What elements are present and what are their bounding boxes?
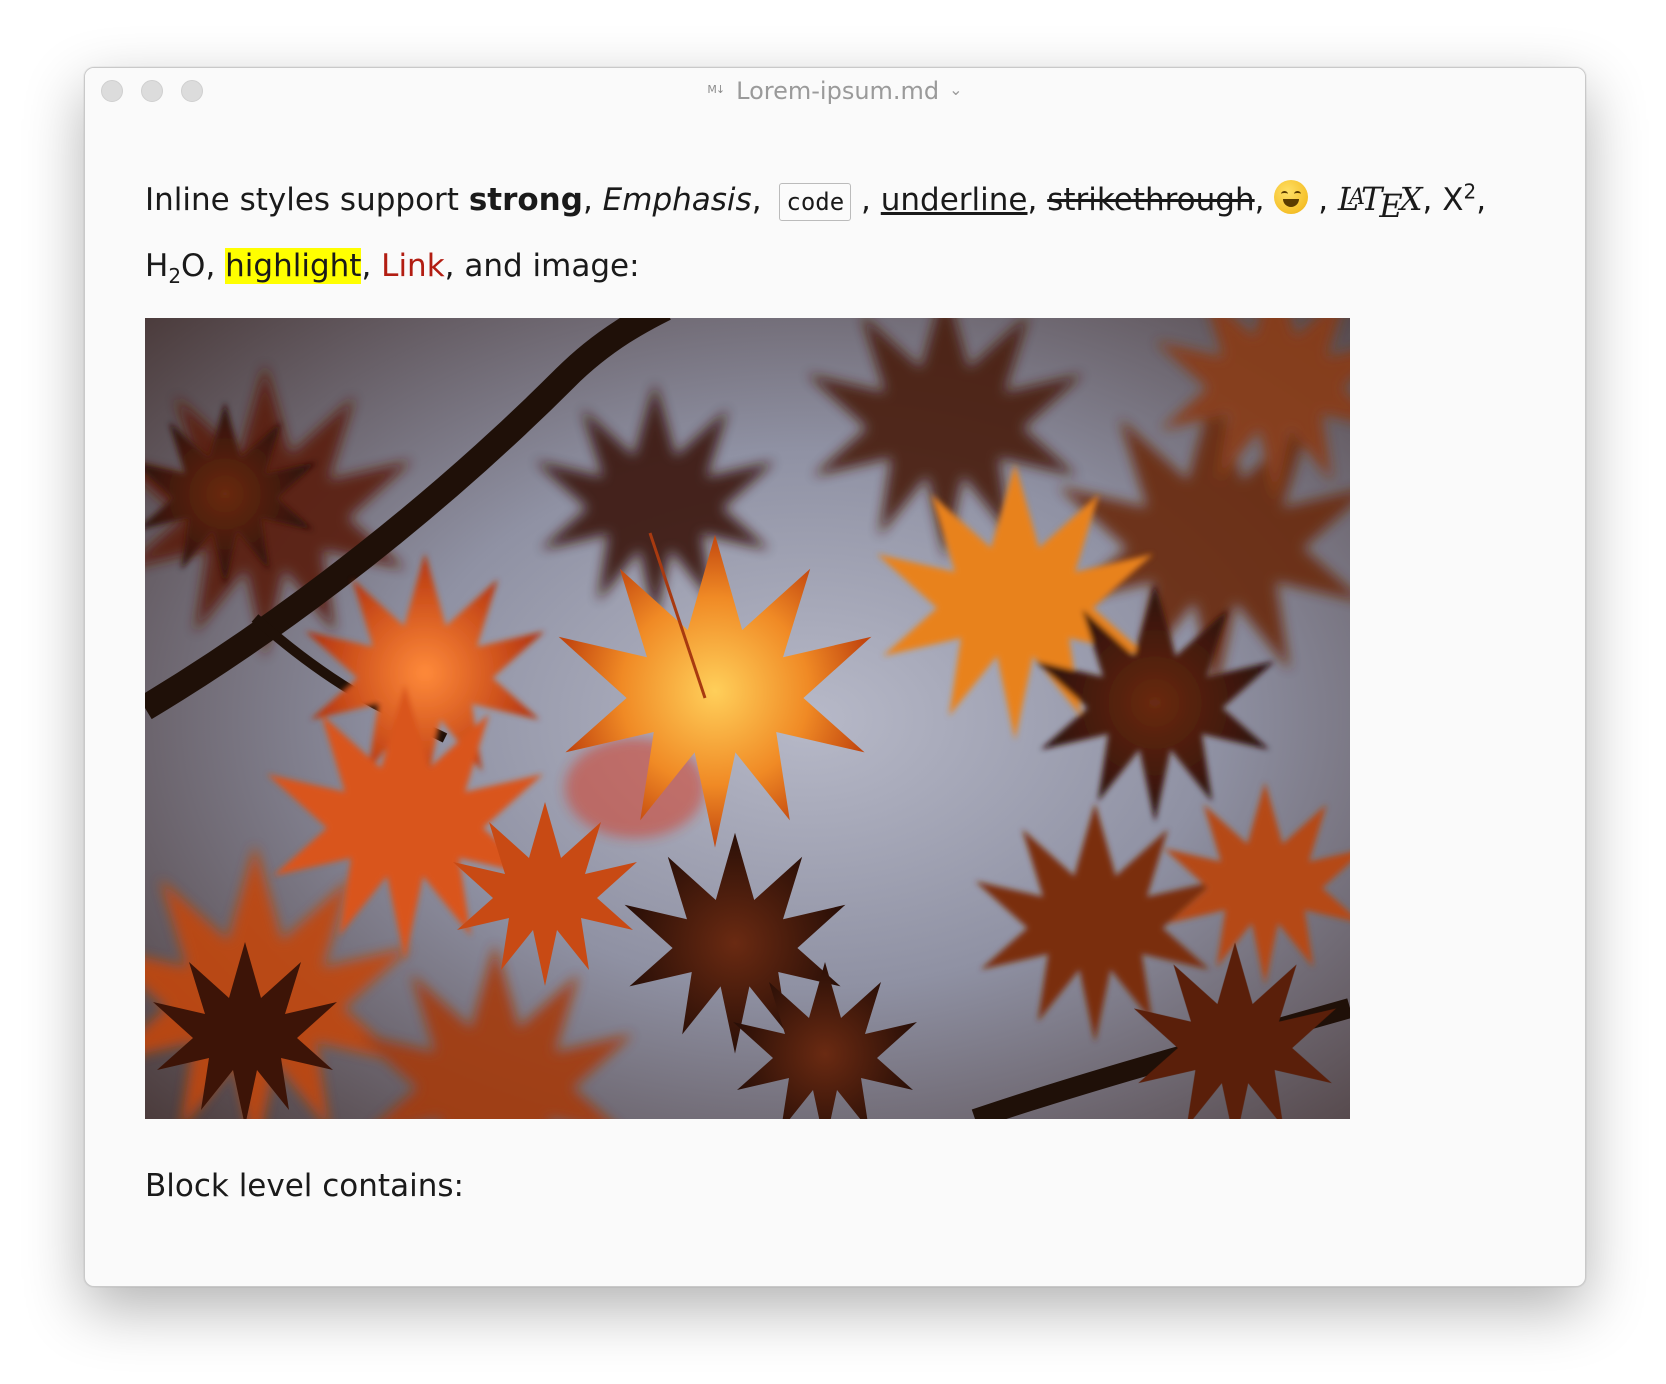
- intro-text: Inline styles support: [145, 182, 469, 218]
- separator: ,: [1254, 182, 1275, 218]
- separator: ,: [361, 248, 382, 284]
- strikethrough-text: strikethrough: [1047, 182, 1255, 218]
- markdown-file-icon: M↓: [707, 83, 725, 96]
- underline-text: underline: [880, 182, 1028, 218]
- separator: ,: [582, 182, 603, 218]
- inline-styles-paragraph: Inline styles support strong, Emphasis , …: [145, 168, 1525, 296]
- window-title: Lorem-ipsum.md: [736, 77, 940, 105]
- link[interactable]: Link: [381, 248, 444, 284]
- window-title-group[interactable]: M↓ Lorem-ipsum.md ⌄: [85, 76, 1585, 106]
- block-level-heading: Block level contains:: [145, 1168, 464, 1204]
- highlight-text: highlight: [225, 248, 362, 284]
- autumn-leaves-image[interactable]: [145, 318, 1350, 1119]
- chevron-down-icon[interactable]: ⌄: [949, 75, 962, 105]
- separator: ,: [1027, 182, 1048, 218]
- editor-window: M↓ Lorem-ipsum.md ⌄ Inline styles support …: [84, 67, 1586, 1287]
- superscript-base: , X: [1422, 182, 1464, 218]
- autumn-leaves-photo-illustration: [145, 318, 1350, 1119]
- subscript: 2: [168, 264, 182, 289]
- laughing-emoji-icon: [1274, 180, 1309, 214]
- separator: ,: [1308, 182, 1338, 218]
- emphasis-text: Emphasis: [602, 182, 752, 218]
- separator: ,: [751, 182, 772, 218]
- strong-text: strong: [468, 182, 583, 218]
- latex-logo: LATEX: [1337, 180, 1423, 225]
- separator: ,: [851, 182, 881, 218]
- document-content[interactable]: Inline styles support strong, Emphasis , …: [145, 168, 1525, 296]
- title-bar: M↓ Lorem-ipsum.md ⌄: [85, 68, 1585, 112]
- separator: O,: [181, 248, 226, 284]
- inline-code: code: [779, 183, 852, 221]
- outro-text: , and image:: [444, 248, 640, 284]
- superscript: 2: [1463, 179, 1477, 204]
